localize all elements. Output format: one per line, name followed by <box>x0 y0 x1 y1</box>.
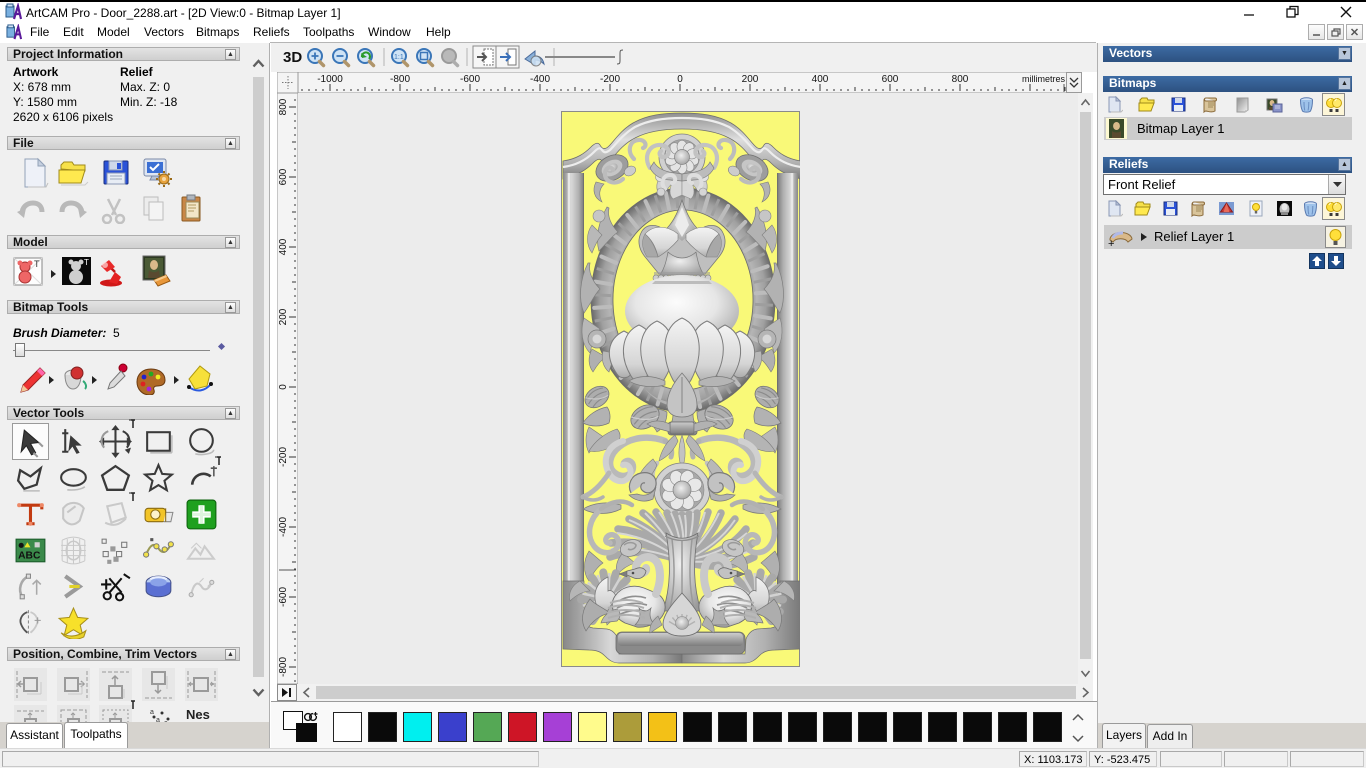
svg-text:T: T <box>84 258 89 267</box>
svg-text:a: a <box>150 709 154 716</box>
svg-text:-800: -800 <box>390 74 410 85</box>
svg-text:millimetres: millimetres <box>1022 74 1066 84</box>
svg-text:-1000: -1000 <box>317 74 343 85</box>
svg-text:0: 0 <box>278 384 289 390</box>
svg-text:T: T <box>34 259 40 269</box>
svg-text:400: 400 <box>278 238 289 255</box>
svg-text:-600: -600 <box>278 587 289 607</box>
svg-text:-200: -200 <box>278 447 289 467</box>
svg-text:200: 200 <box>278 308 289 325</box>
svg-text:-800: -800 <box>278 657 289 677</box>
svg-text:200: 200 <box>742 74 759 85</box>
svg-text:+: + <box>1108 238 1114 248</box>
svg-text:400: 400 <box>812 74 829 85</box>
svg-text:-600: -600 <box>460 74 480 85</box>
svg-text:600: 600 <box>278 168 289 185</box>
svg-text:3D: 3D <box>283 49 302 66</box>
svg-text:1:1: 1:1 <box>394 54 404 61</box>
svg-text:800: 800 <box>952 74 969 85</box>
svg-text:-200: -200 <box>600 74 620 85</box>
svg-text:ABC: ABC <box>18 551 41 562</box>
svg-text:800: 800 <box>278 98 289 115</box>
svg-text:-400: -400 <box>530 74 550 85</box>
svg-text:600: 600 <box>882 74 899 85</box>
svg-text:0: 0 <box>677 74 683 85</box>
svg-text:-400: -400 <box>278 517 289 537</box>
